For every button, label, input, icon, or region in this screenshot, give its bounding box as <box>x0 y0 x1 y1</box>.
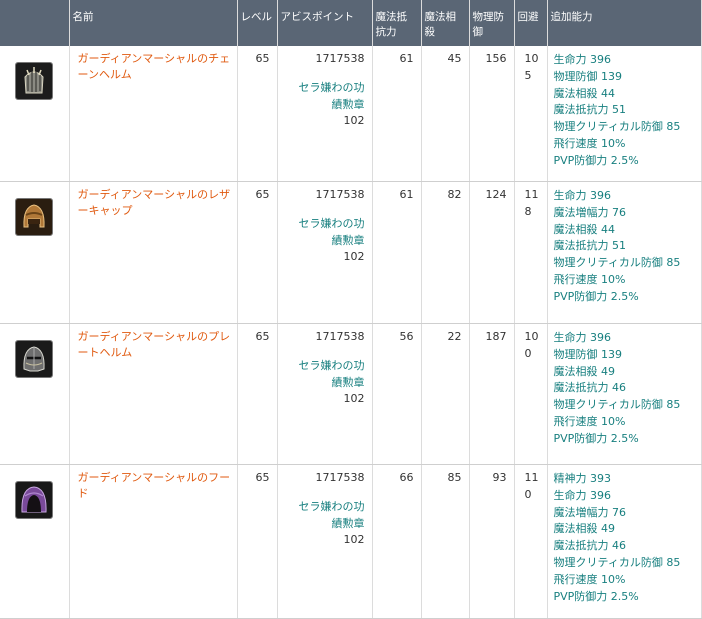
table-header-row: 名前 レベル アビスポイント 魔法抵 抗力 魔法相殺 物理防御 回避 追加能力 <box>0 0 702 46</box>
item-magic-resist: 66 <box>372 464 422 619</box>
medal-count: 102 <box>343 114 365 128</box>
item-magic-resist: 56 <box>372 323 422 465</box>
item-physical-defense: 187 <box>469 323 515 465</box>
bonus-stat: 生命力 396 <box>553 488 612 502</box>
item-magic-resist: 61 <box>372 46 422 182</box>
plate-helm-icon[interactable] <box>15 340 54 378</box>
bonus-stat: 生命力 396 <box>553 331 612 344</box>
item-magic-resist: 61 <box>372 181 422 324</box>
bonus-stat: 物理クリティカル防御 85 <box>553 398 681 412</box>
item-bonus-stats: 生命力 396 物理防御 139 魔法相殺 49 魔法抵抗力 46 物理クリティ… <box>547 323 702 465</box>
abyss-points: 1717538 <box>315 188 365 201</box>
bonus-stat: PVP防御力 2.5% <box>553 589 639 603</box>
bonus-stat: 魔法抵抗力 51 <box>553 239 627 253</box>
item-evasion: 10 0 <box>514 323 548 465</box>
item-magic-suppression: 22 <box>421 323 470 465</box>
item-icon-cell <box>0 46 70 182</box>
bonus-stat: PVP防御力 2.5% <box>553 289 639 303</box>
bonus-stat: 魔法相殺 44 <box>553 222 616 236</box>
bonus-stat: 物理クリティカル防御 85 <box>553 120 681 134</box>
header-evasion: 回避 <box>514 0 548 46</box>
header-magic-suppression: 魔法相殺 <box>421 0 470 46</box>
table-row: ガーディアンマーシャルのチェーンヘルム 65 1717538 セラ嫌わの功 績勲章… <box>0 46 702 182</box>
bonus-stat: 魔法相殺 49 <box>553 522 616 536</box>
item-physical-defense: 93 <box>469 464 515 619</box>
item-bonus-stats: 精神力 393 生命力 396 魔法増幅力 76 魔法相殺 49 魔法抵抗力 4… <box>547 464 702 619</box>
item-level: 65 <box>237 181 278 324</box>
item-abyss-cost: 1717538 セラ嫌わの功 績勲章 102 <box>277 464 373 619</box>
item-icon-cell <box>0 464 70 619</box>
header-abyss: アビスポイント <box>277 0 373 46</box>
bonus-stat: 飛行速度 10% <box>553 572 626 586</box>
item-magic-suppression: 85 <box>421 464 470 619</box>
item-name[interactable]: ガーディアンマーシャルのレザーキャップ <box>69 181 238 324</box>
bonus-stat: 物理クリティカル防御 85 <box>553 555 681 569</box>
item-evasion: 11 0 <box>514 464 548 619</box>
equipment-table: 名前 レベル アビスポイント 魔法抵抗力 魔法相殺 物理防御 回避 追加能力 <box>0 0 702 619</box>
bonus-stat: 生命力 396 <box>553 53 612 66</box>
medal-name: セラ嫌わの功 績勲章 <box>298 358 365 389</box>
medal-name: セラ嫌わの功 績勲章 <box>298 80 365 111</box>
bonus-stat: 魔法相殺 49 <box>553 364 616 378</box>
table-row: ガーディアンマーシャルのプレートヘルム 65 1717538 セラ嫌わの功 績勲章… <box>0 323 702 465</box>
bonus-stat: 精神力 393 <box>553 472 612 485</box>
item-icon-cell <box>0 323 70 465</box>
bonus-stat: 物理防御 139 <box>553 69 623 83</box>
item-bonus-stats: 生命力 396 魔法増幅力 76 魔法相殺 44 魔法抵抗力 51 物理クリティ… <box>547 181 702 324</box>
abyss-points: 1717538 <box>315 330 365 343</box>
bonus-stat: 魔法増幅力 76 <box>553 505 627 519</box>
medal-count: 102 <box>343 392 365 406</box>
bonus-stat: 物理防御 139 <box>553 347 623 361</box>
header-bonus: 追加能力 <box>547 0 702 46</box>
bonus-stat: 魔法相殺 44 <box>553 86 616 100</box>
bonus-stat: PVP防御力 2.5% <box>553 153 639 167</box>
item-icon-cell <box>0 181 70 324</box>
bonus-stat: 魔法抵抗力 51 <box>553 103 627 117</box>
bonus-stat: 飛行速度 10% <box>553 136 626 150</box>
chain-helm-icon[interactable] <box>15 62 54 100</box>
header-level: レベル <box>237 0 278 46</box>
medal-count: 102 <box>343 533 365 547</box>
bonus-stat: PVP防御力 2.5% <box>553 431 639 445</box>
item-physical-defense: 156 <box>469 46 515 182</box>
abyss-points: 1717538 <box>315 471 365 484</box>
item-evasion: 11 8 <box>514 181 548 324</box>
table-row: ガーディアンマーシャルのフード 65 1717538 セラ嫌わの功 績勲章 102… <box>0 464 702 619</box>
item-name[interactable]: ガーディアンマーシャルのプレートヘルム <box>69 323 238 465</box>
item-physical-defense: 124 <box>469 181 515 324</box>
medal-name: セラ嫌わの功 績勲章 <box>298 216 365 247</box>
item-level: 65 <box>237 46 278 182</box>
item-name[interactable]: ガーディアンマーシャルのチェーンヘルム <box>69 46 238 182</box>
item-abyss-cost: 1717538 セラ嫌わの功 績勲章 102 <box>277 46 373 182</box>
item-level: 65 <box>237 323 278 465</box>
item-evasion: 10 5 <box>514 46 548 182</box>
bonus-stat: 魔法抵抗力 46 <box>553 381 627 395</box>
bonus-stat: 飛行速度 10% <box>553 414 626 428</box>
leather-cap-icon[interactable] <box>15 198 54 236</box>
bonus-stat: 物理クリティカル防御 85 <box>553 256 681 270</box>
header-magic-resist: 魔法抵 抗力 <box>372 0 422 46</box>
header-physical-defense: 物理防御 <box>469 0 515 46</box>
medal-count: 102 <box>343 250 365 264</box>
item-abyss-cost: 1717538 セラ嫌わの功 績勲章 102 <box>277 323 373 465</box>
item-name[interactable]: ガーディアンマーシャルのフード <box>69 464 238 619</box>
medal-name: セラ嫌わの功 績勲章 <box>298 499 365 530</box>
hood-icon[interactable] <box>15 481 54 519</box>
bonus-stat: 生命力 396 <box>553 189 612 202</box>
header-name: 名前 <box>69 0 238 46</box>
abyss-points: 1717538 <box>315 52 365 65</box>
bonus-stat: 魔法抵抗力 46 <box>553 539 627 553</box>
item-abyss-cost: 1717538 セラ嫌わの功 績勲章 102 <box>277 181 373 324</box>
item-magic-suppression: 45 <box>421 46 470 182</box>
bonus-stat: 魔法増幅力 76 <box>553 205 627 219</box>
header-icon <box>0 0 70 46</box>
item-magic-suppression: 82 <box>421 181 470 324</box>
bonus-stat: 飛行速度 10% <box>553 272 626 286</box>
table-row: ガーディアンマーシャルのレザーキャップ 65 1717538 セラ嫌わの功 績勲章… <box>0 181 702 324</box>
item-level: 65 <box>237 464 278 619</box>
item-bonus-stats: 生命力 396 物理防御 139 魔法相殺 44 魔法抵抗力 51 物理クリティ… <box>547 46 702 182</box>
